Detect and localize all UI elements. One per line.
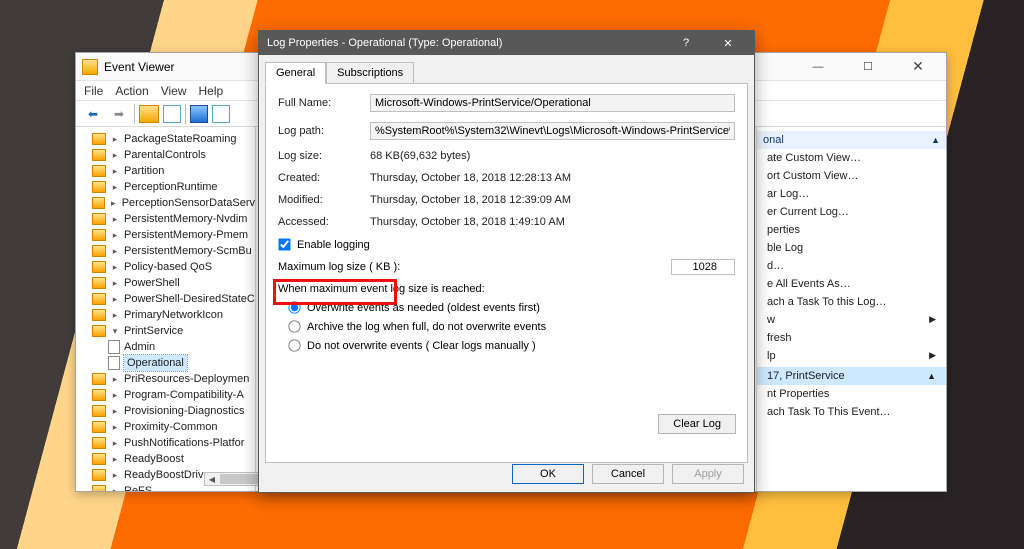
actions-item[interactable]: ach a Task To this Log… bbox=[757, 293, 946, 311]
actions-item[interactable]: lp▶ bbox=[757, 347, 946, 365]
actions-item[interactable]: ort Custom View… bbox=[757, 167, 946, 185]
tree-item[interactable]: ▸PackageStateRoaming bbox=[92, 131, 255, 147]
radio-overwrite[interactable] bbox=[288, 301, 300, 313]
menu-file[interactable]: File bbox=[84, 84, 103, 98]
tree-admin[interactable]: Admin bbox=[108, 339, 255, 355]
radio-overwrite-label: Overwrite events as needed (oldest event… bbox=[307, 302, 540, 314]
tab-general[interactable]: General bbox=[265, 62, 326, 84]
dialog-title: Log Properties - Operational (Type: Oper… bbox=[267, 37, 502, 49]
actions-item[interactable]: e All Events As… bbox=[757, 275, 946, 293]
log-path-label: Log path: bbox=[278, 125, 370, 137]
window-title: Event Viewer bbox=[104, 60, 174, 74]
tree-item[interactable]: ▸Proximity-Common bbox=[92, 419, 255, 435]
modified-value: Thursday, October 18, 2018 12:39:09 AM bbox=[370, 194, 735, 206]
log-size-label: Log size: bbox=[278, 150, 370, 162]
when-max-label: When maximum event log size is reached: bbox=[278, 283, 735, 295]
minimize-button[interactable]: — bbox=[796, 54, 840, 80]
menu-help[interactable]: Help bbox=[199, 84, 224, 98]
toolbar-yellow-icon[interactable] bbox=[139, 105, 159, 123]
tree-item[interactable]: ▸Program-Compatibility-A bbox=[92, 387, 255, 403]
actions-item[interactable]: ate Custom View… bbox=[757, 149, 946, 167]
enable-logging-checkbox[interactable] bbox=[278, 238, 290, 250]
tree-item[interactable]: ▸Policy-based QoS bbox=[92, 259, 255, 275]
tree-panel[interactable]: ▸PackageStateRoaming▸ParentalControls▸Pa… bbox=[76, 127, 256, 491]
general-panel: Full Name: Log path: Log size: 68 KB(69,… bbox=[265, 83, 748, 463]
tree-item[interactable]: ▸PerceptionRuntime bbox=[92, 179, 255, 195]
radio-archive[interactable] bbox=[288, 320, 300, 332]
actions-group-2[interactable]: 17, PrintService▲ bbox=[757, 367, 946, 385]
actions-item[interactable]: d… bbox=[757, 257, 946, 275]
toolbar-cyan-icon[interactable] bbox=[163, 105, 181, 123]
tree-item[interactable]: ▸PerceptionSensorDataServ bbox=[92, 195, 255, 211]
clear-log-button[interactable]: Clear Log bbox=[658, 414, 736, 434]
tree-operational[interactable]: Operational bbox=[108, 355, 255, 371]
tree-item[interactable]: ▸PersistentMemory-ScmBu bbox=[92, 243, 255, 259]
close-button[interactable]: ✕ bbox=[896, 54, 940, 80]
cancel-button[interactable]: Cancel bbox=[592, 464, 664, 484]
actions-item[interactable]: ar Log… bbox=[757, 185, 946, 203]
dialog-titlebar[interactable]: Log Properties - Operational (Type: Oper… bbox=[259, 31, 754, 55]
actions-item[interactable]: ach Task To This Event… bbox=[757, 403, 946, 421]
radio-noclear[interactable] bbox=[288, 339, 300, 351]
back-button[interactable]: ⬅ bbox=[82, 104, 104, 124]
actions-group-1[interactable]: onal▲ bbox=[757, 131, 946, 149]
actions-item[interactable]: fresh bbox=[757, 329, 946, 347]
app-icon bbox=[82, 59, 98, 75]
max-log-size-input[interactable] bbox=[671, 259, 735, 275]
tree-item[interactable]: ▸ParentalControls bbox=[92, 147, 255, 163]
menu-action[interactable]: Action bbox=[115, 84, 148, 98]
maximize-button[interactable]: ☐ bbox=[846, 54, 890, 80]
created-label: Created: bbox=[278, 172, 370, 184]
modified-label: Modified: bbox=[278, 194, 370, 206]
tree-item[interactable]: ▸PriResources-Deploymen bbox=[92, 371, 255, 387]
tree-item[interactable]: ▸ReadyBoost bbox=[92, 451, 255, 467]
tree-printservice[interactable]: ▾PrintService bbox=[92, 323, 255, 339]
actions-panel: onal▲ ate Custom View…ort Custom View…ar… bbox=[756, 127, 946, 491]
full-name-label: Full Name: bbox=[278, 97, 370, 109]
log-size-value: 68 KB(69,632 bytes) bbox=[370, 150, 735, 162]
tab-subscriptions[interactable]: Subscriptions bbox=[326, 62, 414, 84]
actions-item[interactable]: er Current Log… bbox=[757, 203, 946, 221]
tree-item[interactable]: ▸PrimaryNetworkIcon bbox=[92, 307, 255, 323]
fwd-button[interactable]: ➡ bbox=[108, 104, 130, 124]
actions-item[interactable]: ble Log bbox=[757, 239, 946, 257]
tree-item[interactable]: ▸PersistentMemory-Pmem bbox=[92, 227, 255, 243]
enable-logging-label: Enable logging bbox=[297, 239, 370, 251]
radio-archive-label: Archive the log when full, do not overwr… bbox=[307, 321, 546, 333]
radio-noclear-label: Do not overwrite events ( Clear logs man… bbox=[307, 340, 536, 352]
tree-item[interactable]: ▸Provisioning-Diagnostics bbox=[92, 403, 255, 419]
toolbar-panel-icon[interactable] bbox=[212, 105, 230, 123]
log-path-field[interactable] bbox=[370, 122, 735, 140]
dialog-tabs: General Subscriptions bbox=[259, 55, 754, 83]
actions-item[interactable]: nt Properties bbox=[757, 385, 946, 403]
full-name-field[interactable] bbox=[370, 94, 735, 112]
dialog-close-button[interactable]: ✕ bbox=[710, 32, 746, 54]
apply-button[interactable]: Apply bbox=[672, 464, 744, 484]
created-value: Thursday, October 18, 2018 12:28:13 AM bbox=[370, 172, 735, 184]
dialog-help-button[interactable]: ? bbox=[668, 32, 704, 54]
tree-item[interactable]: ▸PersistentMemory-Nvdim bbox=[92, 211, 255, 227]
menu-view[interactable]: View bbox=[161, 84, 187, 98]
ok-button[interactable]: OK bbox=[512, 464, 584, 484]
actions-item[interactable]: w▶ bbox=[757, 311, 946, 329]
tree-item[interactable]: ▸PowerShell-DesiredStateC bbox=[92, 291, 255, 307]
tree-item[interactable]: ▸PowerShell bbox=[92, 275, 255, 291]
tree-item[interactable]: ▸PushNotifications-Platfor bbox=[92, 435, 255, 451]
log-properties-dialog: Log Properties - Operational (Type: Oper… bbox=[258, 30, 755, 493]
accessed-value: Thursday, October 18, 2018 1:49:10 AM bbox=[370, 216, 735, 228]
max-log-size-label: Maximum log size ( KB ): bbox=[278, 261, 400, 273]
tree-item[interactable]: ▸Partition bbox=[92, 163, 255, 179]
toolbar-blue-icon[interactable] bbox=[190, 105, 208, 123]
actions-item[interactable]: perties bbox=[757, 221, 946, 239]
accessed-label: Accessed: bbox=[278, 216, 370, 228]
